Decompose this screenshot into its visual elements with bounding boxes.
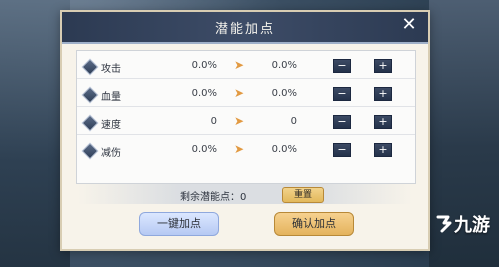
- stat-row-hp: 血量 0.0% ➤ 0.0% − +: [77, 83, 415, 107]
- increase-speed-button[interactable]: +: [374, 115, 392, 129]
- stats-panel: 攻击 0.0% ➤ 0.0% − + 血量 0.0% ➤ 0.0% − + 速度…: [76, 50, 416, 184]
- increase-hp-button[interactable]: +: [374, 87, 392, 101]
- potential-points-dialog: 潜能加点 ✕ 攻击 0.0% ➤ 0.0% − + 血量 0.0% ➤ 0.0%…: [60, 10, 430, 251]
- stat-row-attack: 攻击 0.0% ➤ 0.0% − +: [77, 55, 415, 79]
- dialog-title: 潜能加点: [214, 22, 275, 37]
- stat-current-value: 0.0%: [191, 60, 217, 71]
- increase-attack-button[interactable]: +: [374, 59, 392, 73]
- stat-next-value: 0: [290, 116, 297, 127]
- stat-label: 血量: [101, 92, 121, 103]
- decrease-damage-reduction-button[interactable]: −: [333, 143, 351, 157]
- watermark-logo: 九游: [432, 207, 498, 241]
- stat-row-damage-reduction: 减伤 0.0% ➤ 0.0% − +: [77, 139, 415, 162]
- stat-label: 攻击: [101, 64, 121, 75]
- stat-label: 速度: [101, 120, 121, 131]
- arrow-icon: ➤: [234, 58, 245, 72]
- stat-current-value: 0.0%: [191, 144, 217, 155]
- arrow-icon: ➤: [234, 114, 245, 128]
- close-icon[interactable]: ✕: [400, 16, 418, 34]
- one-click-allocate-button[interactable]: 一键加点: [139, 212, 219, 236]
- stat-current-value: 0: [210, 116, 217, 127]
- stat-next-value: 0.0%: [271, 60, 297, 71]
- diamond-icon: [81, 114, 99, 132]
- decrease-hp-button[interactable]: −: [333, 87, 351, 101]
- arrow-icon: ➤: [234, 142, 245, 156]
- stat-row-speed: 速度 0 ➤ 0 − +: [77, 111, 415, 135]
- increase-damage-reduction-button[interactable]: +: [374, 143, 392, 157]
- confirm-allocate-button[interactable]: 确认加点: [274, 212, 354, 236]
- diamond-icon: [81, 86, 99, 104]
- stat-next-value: 0.0%: [271, 88, 297, 99]
- remaining-points-bar: 剩余潜能点：0 重置: [78, 184, 412, 204]
- remaining-points-label: 剩余潜能点：0: [180, 192, 247, 203]
- watermark-text: 九游: [454, 215, 490, 236]
- stat-current-value: 0.0%: [191, 88, 217, 99]
- stat-next-value: 0.0%: [271, 144, 297, 155]
- jiuyou-logo-icon: [436, 215, 452, 233]
- dialog-titlebar: 潜能加点 ✕: [62, 12, 428, 44]
- decrease-speed-button[interactable]: −: [333, 115, 351, 129]
- reset-button[interactable]: 重置: [282, 187, 324, 203]
- stat-label: 减伤: [101, 148, 121, 159]
- diamond-icon: [81, 142, 99, 160]
- diamond-icon: [81, 58, 99, 76]
- arrow-icon: ➤: [234, 86, 245, 100]
- decrease-attack-button[interactable]: −: [333, 59, 351, 73]
